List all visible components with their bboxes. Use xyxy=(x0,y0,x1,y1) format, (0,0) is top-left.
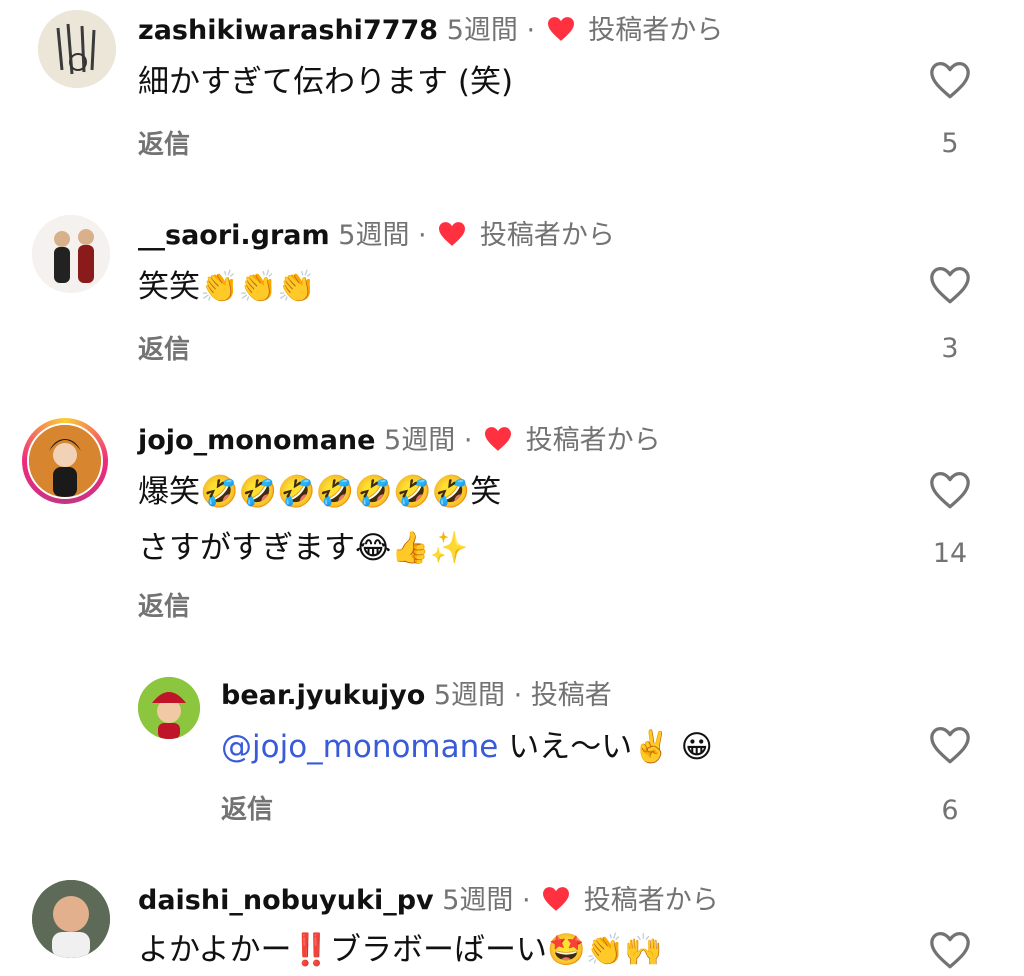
avatar[interactable] xyxy=(32,215,110,293)
comment-meta: bear.jyukujyo 5週間 · 投稿者 xyxy=(221,679,612,713)
username[interactable]: daishi_nobuyuki_pv xyxy=(138,885,434,916)
timestamp: 5週間 xyxy=(446,15,518,46)
comment-body: いえ〜い✌️ 😀 xyxy=(498,729,713,765)
heart-filled-icon xyxy=(483,426,513,461)
like-count: 6 xyxy=(941,795,959,826)
author-tag: 投稿者 xyxy=(530,680,612,711)
author-liked-label: 投稿者から xyxy=(479,220,615,251)
avatar-image xyxy=(32,880,110,958)
reply-button[interactable]: 返信 xyxy=(221,789,273,826)
username[interactable]: bear.jyukujyo xyxy=(221,680,425,711)
story-ring[interactable] xyxy=(22,418,108,504)
timestamp: 5週間 xyxy=(384,425,456,456)
heart-outline-icon[interactable] xyxy=(928,265,972,309)
avatar-image xyxy=(29,425,101,497)
heart-filled-icon xyxy=(437,221,467,256)
avatar[interactable] xyxy=(38,10,116,88)
avatar[interactable] xyxy=(32,880,110,958)
timestamp: 5週間 xyxy=(433,680,506,711)
heart-filled-icon xyxy=(546,16,576,51)
username[interactable]: zashikiwarashi7778 xyxy=(138,15,438,46)
avatar-image xyxy=(32,215,110,293)
like-count: 14 xyxy=(932,538,968,569)
heart-outline-icon[interactable] xyxy=(928,725,972,769)
separator: · xyxy=(522,885,531,916)
avatar-image xyxy=(138,677,200,739)
like-count: 5 xyxy=(941,128,959,159)
separator: · xyxy=(463,425,473,456)
like-count: 3 xyxy=(941,333,959,364)
avatar[interactable] xyxy=(138,677,200,739)
timestamp: 5週間 xyxy=(442,885,514,916)
reply-button[interactable]: 返信 xyxy=(138,124,190,161)
comment-text: @jojo_monomane いえ〜い✌️ 😀 xyxy=(221,721,713,773)
reply-button[interactable]: 返信 xyxy=(138,586,190,623)
author-liked-label: 投稿者から xyxy=(525,425,661,456)
comment-meta: jojo_monomane 5週間 · 投稿者から xyxy=(138,424,661,461)
comment-text-line-1: 爆笑🤣🤣🤣🤣🤣🤣🤣笑 xyxy=(138,474,502,510)
heart-filled-icon xyxy=(541,886,571,921)
heart-outline-icon[interactable] xyxy=(928,470,972,514)
timestamp: 5週間 xyxy=(338,220,410,251)
separator: · xyxy=(526,15,536,46)
heart-outline-icon[interactable] xyxy=(928,60,972,104)
comment-text: 細かすぎて伝わります (笑) xyxy=(138,64,514,100)
author-liked-label: 投稿者から xyxy=(588,15,724,46)
heart-outline-icon[interactable] xyxy=(928,930,972,974)
comment-text-line-2: さすがすぎます😂👍✨ xyxy=(138,530,469,566)
username[interactable]: jojo_monomane xyxy=(138,425,375,456)
comment-meta: zashikiwarashi7778 5週間 · 投稿者から xyxy=(138,14,723,51)
username[interactable]: __saori.gram xyxy=(138,220,330,251)
comment-text: よかよかー‼️ブラボーばーい🤩👏🙌 xyxy=(138,932,663,968)
author-liked-label: 投稿者から xyxy=(583,885,719,916)
comment-meta: daishi_nobuyuki_pv 5週間 · 投稿者から xyxy=(138,884,719,921)
mention-link[interactable]: @jojo_monomane xyxy=(221,729,498,765)
reply-button[interactable]: 返信 xyxy=(138,329,190,366)
avatar xyxy=(27,423,103,499)
separator: · xyxy=(418,220,427,251)
separator: · xyxy=(513,680,523,711)
comment-meta: __saori.gram 5週間 · 投稿者から xyxy=(138,219,615,256)
avatar-image xyxy=(38,10,116,88)
comment-text: 笑笑👏👏👏 xyxy=(138,269,316,305)
